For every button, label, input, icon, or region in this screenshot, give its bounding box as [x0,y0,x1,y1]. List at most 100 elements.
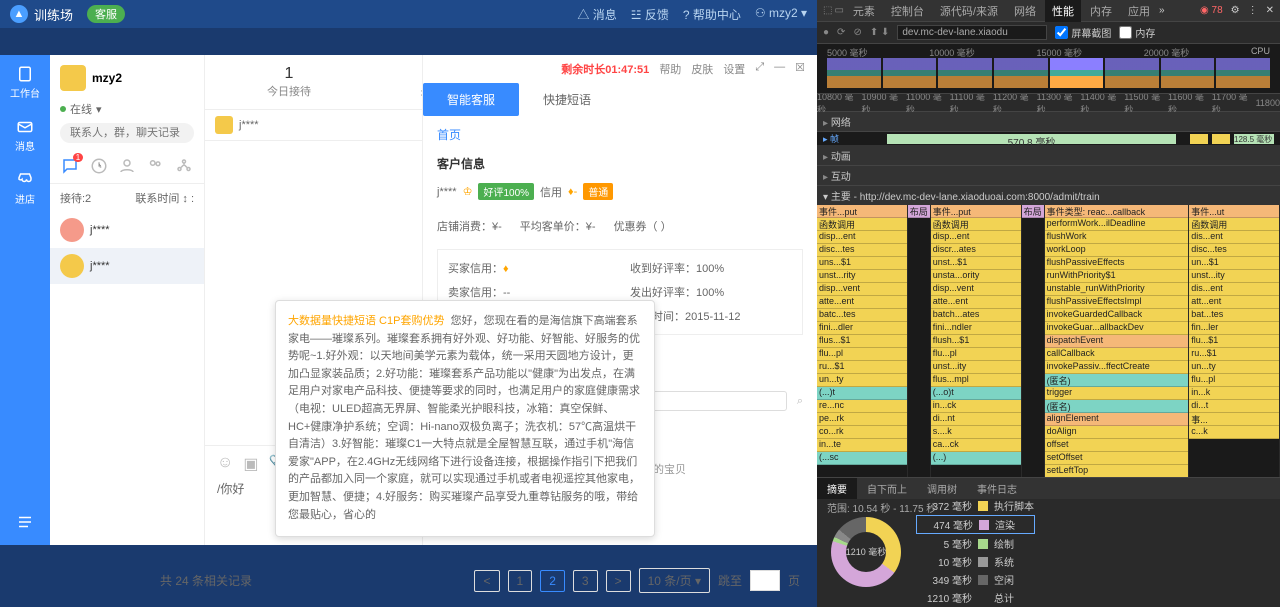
flame-block[interactable]: 事件...ut [1189,205,1279,218]
flame-block[interactable]: invokeGuar...allbackDev [1045,322,1189,335]
flame-block[interactable]: batc...tes [817,309,907,322]
flame-block[interactable]: 函数调用 [817,218,907,231]
group-filter-icon[interactable] [146,157,164,175]
main-thread-label[interactable]: ▾ 主要 - http://dev.mc-dev-lane.xiaoduoai.… [817,186,1280,205]
section-interaction[interactable]: 互动 [817,166,1280,186]
sidebar-messages[interactable]: 消息 [15,118,35,153]
nav-messages[interactable]: △ 消息 [577,6,616,23]
flame-block[interactable]: c...k [1189,426,1279,439]
search-input[interactable] [60,123,194,143]
flame-block[interactable]: workLoop [1045,244,1189,257]
flame-block[interactable]: flushPassiveEffectsImpl [1045,296,1189,309]
flame-block[interactable]: bat...tes [1189,309,1279,322]
section-network[interactable]: 网络 [817,112,1280,132]
flame-block[interactable]: unst...rity [817,270,907,283]
flame-block[interactable]: setOffset [1045,452,1189,465]
flame-block[interactable]: flu...pl [1189,374,1279,387]
flame-block[interactable]: ru...$1 [817,361,907,374]
frames-track[interactable]: ▸ 帧570.8 毫秒128.5 毫秒 [817,132,1280,146]
profile-url[interactable] [897,25,1047,40]
clear-icon[interactable]: ⊘ [853,27,861,38]
flame-block[interactable]: disc...tes [817,244,907,257]
flame-block[interactable]: batch...ates [931,309,1021,322]
page-next[interactable]: > [606,570,631,592]
flame-block[interactable]: setLeftTop [1045,465,1189,477]
legend-row[interactable]: 474 毫秒渲染 [917,516,1034,533]
flame-block[interactable]: performWork...ilDeadline [1045,218,1189,231]
chk-memory[interactable]: 内存 [1119,25,1155,40]
page-input[interactable] [750,570,780,591]
flame-block[interactable]: (...) [931,452,1021,465]
flame-block[interactable]: di...t [1189,400,1279,413]
dt-menu-icon[interactable]: ⋮ [1248,5,1258,16]
flame-block[interactable]: callCallback [1045,348,1189,361]
person-filter-icon[interactable] [118,157,136,175]
flame-block[interactable]: flu...pl [817,348,907,361]
flame-block[interactable]: discr...ates [931,244,1021,257]
flame-block[interactable]: unsta...ority [931,270,1021,283]
flame-block[interactable]: (...o)t [931,387,1021,400]
dt-tab-memory[interactable]: 内存 [1083,0,1119,22]
flame-block[interactable]: flushWork [1045,231,1189,244]
dt-tab-performance[interactable]: 性能 [1045,0,1081,22]
page-prev[interactable]: < [474,570,499,592]
sidebar-store[interactable]: 进店 [15,171,35,206]
flame-block[interactable]: runWithPriority$1 [1045,270,1189,283]
flame-block[interactable]: invokePassiv...ffectCreate [1045,361,1189,374]
flame-block[interactable]: fin...ler [1189,322,1279,335]
flame-block[interactable]: unst...ity [1189,270,1279,283]
flame-block[interactable]: flushPassiveEffects [1045,257,1189,270]
tab-quick[interactable]: 快捷短语 [519,83,615,116]
flame-block[interactable]: 事件类型: reac...callback [1045,205,1189,218]
flame-block[interactable]: atte...ent [817,296,907,309]
flame-block[interactable]: 函数调用 [1189,218,1279,231]
flame-block[interactable]: flus...mpl [931,374,1021,387]
flame-block[interactable]: disc...tes [1189,244,1279,257]
flame-block[interactable]: att...ent [1189,296,1279,309]
flame-block[interactable]: disp...vent [817,283,907,296]
flame-block[interactable]: co...rk [817,426,907,439]
overview-timeline[interactable]: 5000 毫秒10000 毫秒15000 毫秒20000 毫秒CPU [817,44,1280,94]
help-link[interactable]: 帮助 [659,61,681,77]
flame-block[interactable]: di...nt [931,413,1021,426]
nav-user[interactable]: ⚇ mzy2 ▾ [755,6,807,23]
expand-icon[interactable]: ⤢ [755,61,764,77]
chat-filter-icon[interactable]: 1 [61,157,79,175]
flame-block[interactable]: offset [1045,439,1189,452]
sum-tab-bottomup[interactable]: 自下而上 [857,478,917,499]
flame-block[interactable]: 布局 [1022,205,1044,218]
flame-block[interactable]: 布局 [908,205,930,218]
sum-tab-calltree[interactable]: 调用树 [917,478,967,499]
flame-block[interactable]: un...ty [817,374,907,387]
page-size[interactable]: 10 条/页 ▾ [639,568,710,593]
flame-block[interactable]: in...te [817,439,907,452]
flame-block[interactable]: 事件...put [817,205,907,218]
network-filter-icon[interactable] [175,157,193,175]
flame-block[interactable]: unst...$1 [931,257,1021,270]
more-tabs-icon[interactable]: » [1159,5,1165,16]
conversation-item[interactable]: j**** [50,212,204,248]
flame-block[interactable]: s....k [931,426,1021,439]
flame-block[interactable]: atte...ent [931,296,1021,309]
flame-block[interactable]: in...ck [931,400,1021,413]
flame-block[interactable]: disp...ent [817,231,907,244]
flame-block[interactable]: re...nc [817,400,907,413]
dt-tab-console[interactable]: 控制台 [884,0,931,22]
flame-block[interactable]: (...sc [817,452,907,465]
flame-block[interactable]: disp...vent [931,283,1021,296]
skin-link[interactable]: 皮肤 [691,61,713,77]
sidebar-workbench[interactable]: 工作台 [10,65,40,100]
flame-block[interactable]: pe...rk [817,413,907,426]
chk-screenshot[interactable]: 屏幕截图 [1055,25,1111,40]
flame-block[interactable]: ru...$1 [1189,348,1279,361]
flame-block[interactable]: unstable_runWithPriority [1045,283,1189,296]
flame-block[interactable]: (匿名) [1045,374,1189,387]
breadcrumb[interactable]: 首页 [423,116,817,153]
dt-tab-application[interactable]: 应用 [1121,0,1157,22]
legend-row[interactable]: 10 毫秒系统 [917,554,1034,569]
clock-filter-icon[interactable] [90,157,108,175]
legend-row[interactable]: 349 毫秒空闲 [917,572,1034,587]
section-animation[interactable]: 动画 [817,146,1280,166]
flame-block[interactable]: doAlign [1045,426,1189,439]
image-icon[interactable]: ▣ [243,454,258,474]
